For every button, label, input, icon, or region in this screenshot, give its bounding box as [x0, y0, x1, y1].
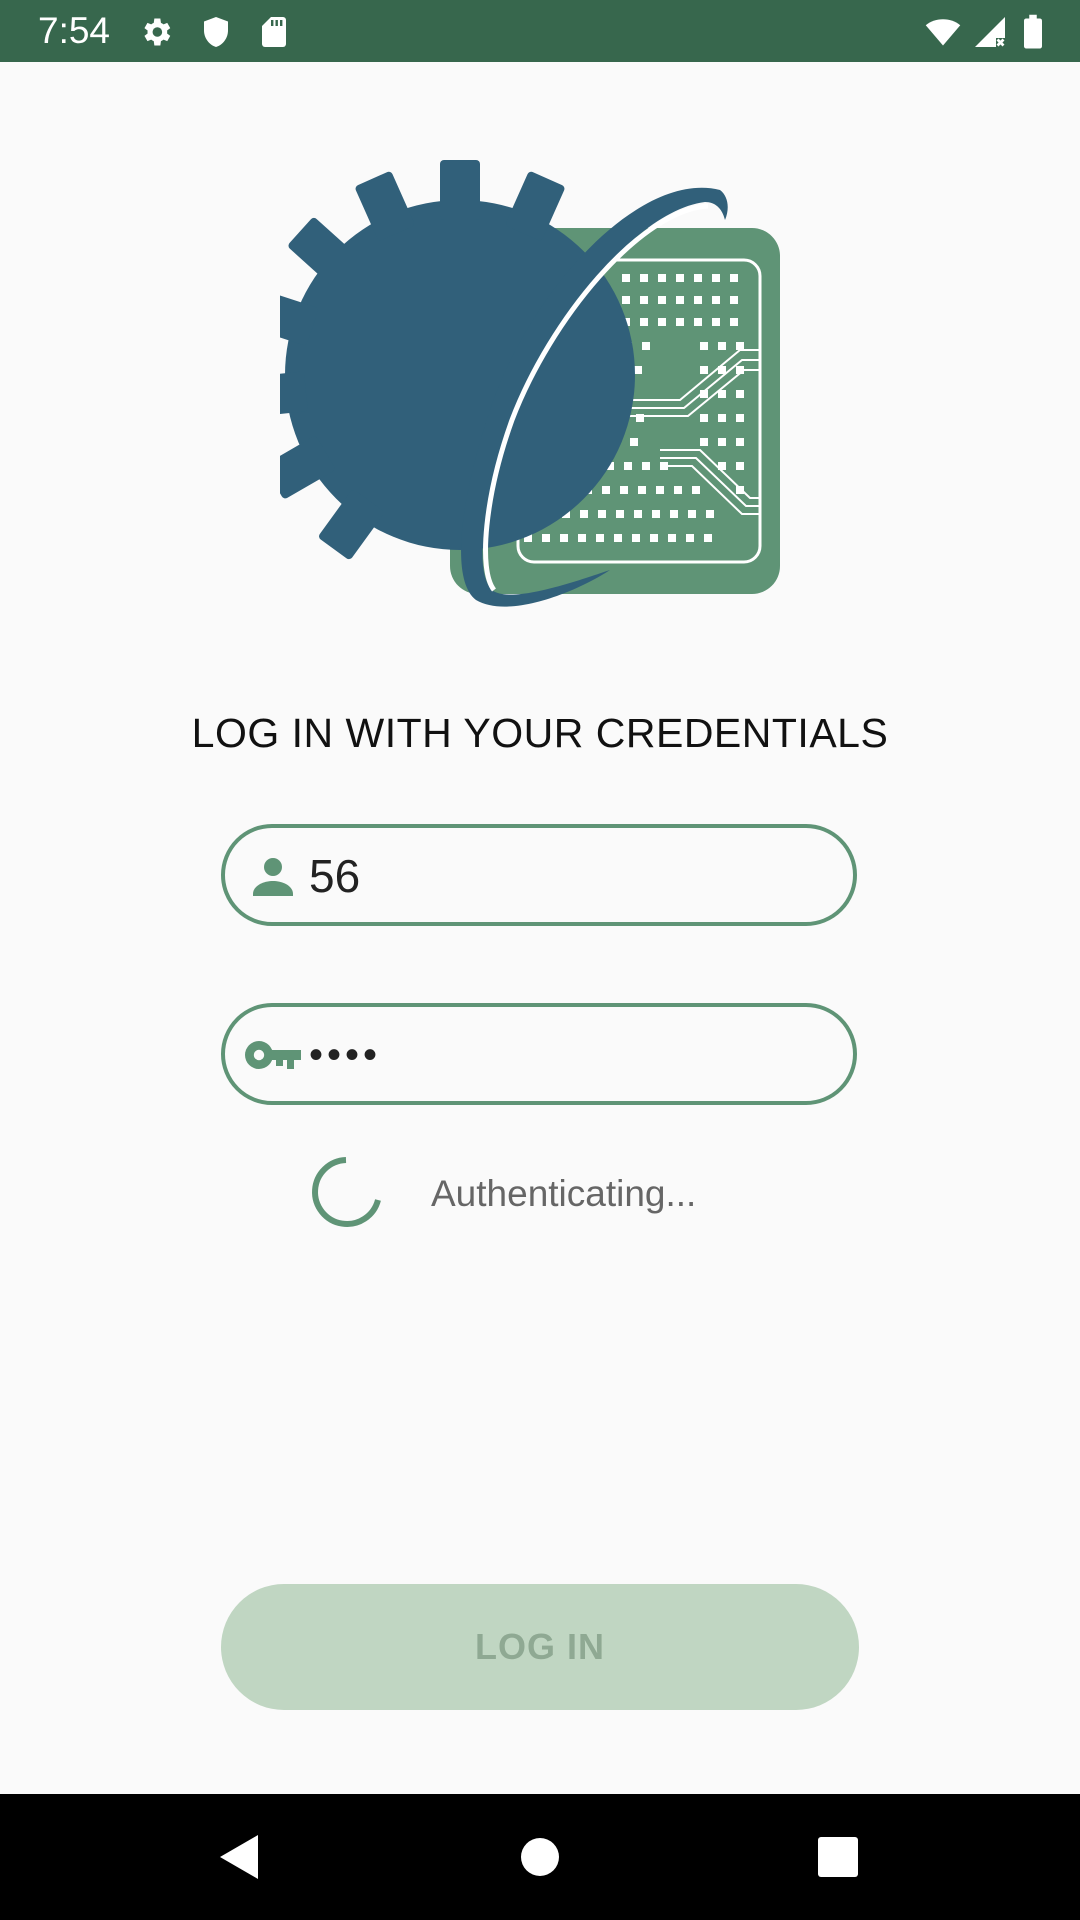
status-bar: 7:54 — [0, 0, 1080, 62]
progress-spinner-icon — [312, 1157, 381, 1227]
signal-no-data-icon — [975, 17, 1005, 47]
gear-icon — [144, 18, 171, 46]
recents-icon[interactable] — [808, 1827, 868, 1887]
shield-icon — [204, 17, 228, 47]
login-button[interactable]: LOG IN — [221, 1584, 859, 1710]
person-icon — [253, 858, 293, 896]
password-input[interactable]: •••• — [309, 1025, 381, 1085]
sd-card-icon — [262, 17, 286, 47]
app-logo — [280, 160, 780, 607]
authenticating-status: Authenticating... — [431, 1173, 697, 1214]
username-input[interactable] — [309, 844, 829, 908]
login-screen: 7:54 LOG IN WITH YOUR CREDENTIALS 56 •••… — [0, 0, 1080, 1920]
navigation-bar — [0, 1794, 1080, 1920]
login-title: LOG IN WITH YOUR CREDENTIALS — [191, 710, 889, 756]
back-icon[interactable] — [210, 1827, 270, 1887]
status-time: 7:54 — [38, 10, 111, 51]
key-icon — [245, 1041, 301, 1069]
battery-icon — [1024, 14, 1042, 49]
wifi-icon — [925, 19, 961, 46]
username-field[interactable] — [221, 824, 857, 926]
password-field[interactable]: •••• — [221, 1003, 857, 1105]
home-icon[interactable] — [510, 1827, 570, 1887]
